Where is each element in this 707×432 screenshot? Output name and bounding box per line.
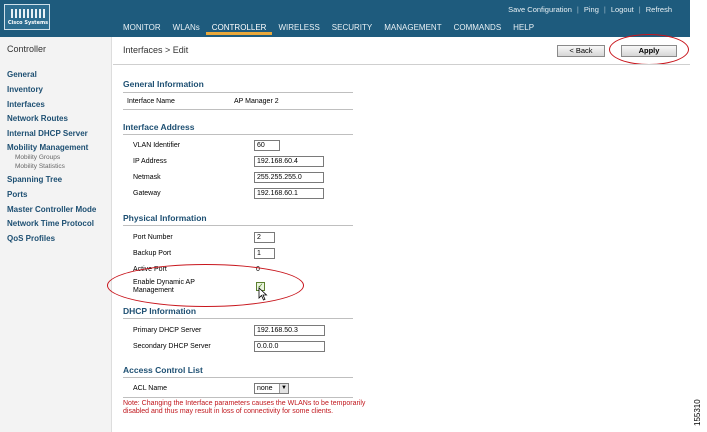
nav-wireless[interactable]: WIRELESS [272,22,325,35]
interface-name-label: Interface Name [127,98,175,105]
sidebar-item-general[interactable]: General [7,68,96,83]
sidebar-item-mobility-management[interactable]: Mobility Management [7,142,96,153]
nav-controller[interactable]: CONTROLLER [205,22,273,35]
separator: | [576,5,579,14]
ping-link[interactable]: Ping [584,5,599,14]
netmask-input[interactable]: 255.255.255.0 [254,172,324,183]
vlan-label: VLAN Identifier [133,142,181,149]
refresh-link[interactable]: Refresh [646,5,672,14]
apply-highlight-ellipse [609,34,689,65]
header-links: Save Configuration | Ping | Logout | Ref… [508,5,672,14]
sidebar-item-network-routes[interactable]: Network Routes [7,112,96,127]
vlan-input[interactable]: 60 [254,140,280,151]
section-title-general: General Information [123,79,204,89]
section-title-acl: Access Control List [123,365,203,375]
ip-address-label: IP Address [133,158,167,165]
chevron-down-icon: ▼ [279,384,288,393]
nav-monitor[interactable]: MONITOR [117,22,167,35]
primary-dhcp-label: Primary DHCP Server [133,327,202,334]
secondary-dhcp-input[interactable]: 0.0.0.0 [254,341,325,352]
separator: | [638,5,641,14]
main-content: Interfaces > Edit < Back Apply General I… [107,34,690,432]
gateway-label: Gateway [133,190,161,197]
netmask-label: Netmask [133,174,161,181]
sidebar-item-master-controller-mode[interactable]: Master Controller Mode [7,203,96,218]
dynamic-ap-highlight-ellipse [107,264,304,307]
sidebar-item-interfaces[interactable]: Interfaces [7,98,96,113]
sidebar-subitem-mobility-statistics[interactable]: Mobility Statistics [7,162,96,171]
nav-help[interactable]: HELP [507,22,540,35]
gateway-input[interactable]: 192.168.60.1 [254,188,324,199]
sidebar-item-ports[interactable]: Ports [7,188,96,203]
backup-port-label: Backup Port [133,250,172,257]
warning-note: Note: Changing the Interface parameters … [123,400,366,416]
divider [123,397,353,398]
sidebar-item-qos-profiles[interactable]: QoS Profiles [7,232,96,247]
main-nav: MONITOR WLANs CONTROLLER WIRELESS SECURI… [117,22,540,35]
nav-commands[interactable]: COMMANDS [448,22,508,35]
logo-text: Cisco Systems [7,20,49,26]
acl-name-label: ACL Name [133,385,167,392]
sidebar-item-internal-dhcp-server[interactable]: Internal DHCP Server [7,127,96,142]
divider [123,377,353,378]
sidebar: Controller General Inventory Interfaces … [0,37,112,432]
sidebar-item-inventory[interactable]: Inventory [7,83,96,98]
section-title-address: Interface Address [123,122,195,132]
sidebar-item-network-time-protocol[interactable]: Network Time Protocol [7,217,96,232]
sidebar-menu: General Inventory Interfaces Network Rou… [7,68,96,247]
cisco-logo: Cisco Systems [4,4,50,30]
divider [113,64,690,65]
sidebar-subitem-mobility-groups[interactable]: Mobility Groups [7,153,96,162]
backup-port-input[interactable]: 1 [254,248,275,259]
nav-wlans[interactable]: WLANs [167,22,206,35]
acl-selected-value: none [257,385,273,392]
cisco-bridge-icon [11,9,45,18]
port-number-label: Port Number [133,234,173,241]
nav-security[interactable]: SECURITY [326,22,378,35]
divider [123,92,353,93]
acl-name-select[interactable]: none ▼ [254,383,289,394]
divider [123,134,353,135]
divider [123,109,353,110]
secondary-dhcp-label: Secondary DHCP Server [133,343,211,350]
separator: | [603,5,606,14]
breadcrumb: Interfaces > Edit [123,45,189,55]
back-button[interactable]: < Back [557,45,605,57]
port-number-input[interactable]: 2 [254,232,275,243]
save-configuration-link[interactable]: Save Configuration [508,5,572,14]
nav-management[interactable]: MANAGEMENT [378,22,447,35]
ip-address-input[interactable]: 192.168.60.4 [254,156,324,167]
primary-dhcp-input[interactable]: 192.168.50.3 [254,325,325,336]
top-bar: Cisco Systems Save Configuration | Ping … [0,0,690,37]
section-title-physical: Physical Information [123,213,207,223]
logout-link[interactable]: Logout [611,5,634,14]
divider [123,318,353,319]
section-title-dhcp: DHCP Information [123,306,197,316]
divider [123,225,353,226]
figure-number: 155310 [693,399,702,426]
sidebar-title: Controller [7,44,47,54]
sidebar-item-spanning-tree[interactable]: Spanning Tree [7,173,96,188]
interface-name-value: AP Manager 2 [234,98,279,105]
